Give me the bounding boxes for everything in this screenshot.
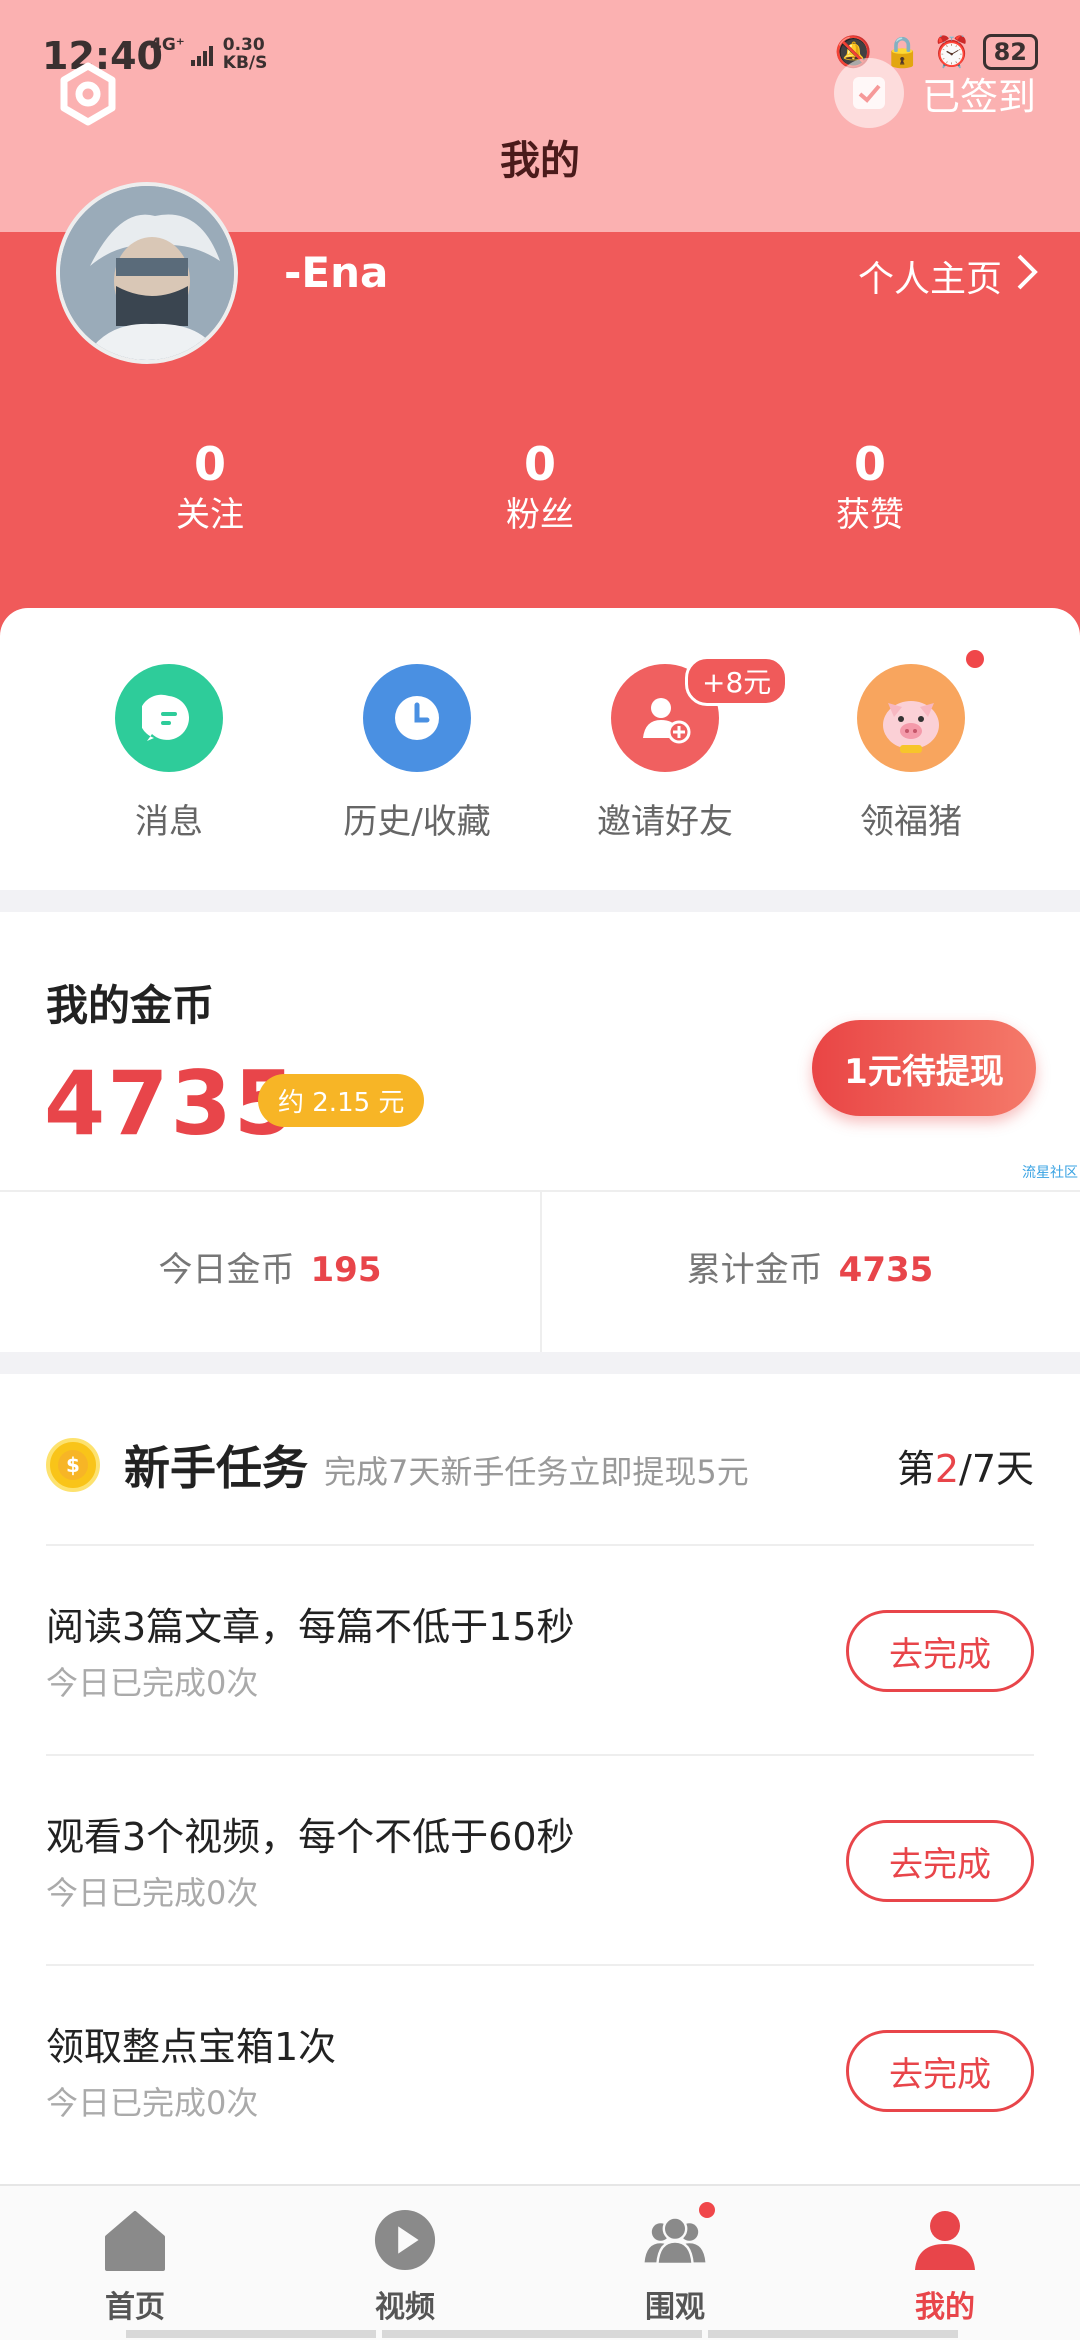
home-indicator bbox=[708, 2330, 958, 2338]
total-coins[interactable]: 累计金币 4735 bbox=[540, 1242, 1080, 1291]
stat-label: 粉丝 bbox=[506, 495, 574, 535]
stat-fans[interactable]: 0 粉丝 bbox=[390, 436, 690, 538]
nav-label: 我的 bbox=[915, 2290, 975, 2325]
stat-value: 0 bbox=[853, 437, 886, 491]
profile-icon bbox=[913, 2208, 977, 2272]
network-speed: 0.30 bbox=[222, 35, 265, 55]
task-progress: 今日已完成0次 bbox=[46, 1874, 259, 1912]
day-current: 2 bbox=[934, 1447, 960, 1491]
quick-action-lucky-pig[interactable]: 领福猪 bbox=[786, 650, 1036, 843]
personal-homepage-link[interactable]: 个人主页 bbox=[858, 250, 1038, 302]
quick-action-label: 邀请好友 bbox=[597, 802, 733, 842]
task-complete-button[interactable]: 去完成 bbox=[846, 1610, 1034, 1692]
status-network: 4G⁺ 0.30 KB/S bbox=[150, 36, 267, 72]
username: -Ena bbox=[284, 248, 389, 297]
homepage-label: 个人主页 bbox=[857, 259, 1002, 300]
bottom-navigation: 首页 视频 围观 我的 bbox=[0, 2184, 1080, 2340]
group-icon bbox=[643, 2202, 715, 2272]
settings-icon[interactable] bbox=[52, 58, 124, 130]
quick-action-label: 消息 bbox=[135, 802, 203, 842]
page-title: 我的 bbox=[500, 138, 580, 184]
quick-action-label: 历史/收藏 bbox=[343, 802, 491, 842]
day-suffix: /7天 bbox=[959, 1447, 1034, 1491]
nav-label: 视频 bbox=[375, 2290, 435, 2325]
svg-text:$: $ bbox=[66, 1453, 80, 1477]
home-indicator bbox=[126, 2330, 376, 2338]
stat-label: 获赞 bbox=[836, 495, 904, 535]
total-coins-label: 累计金币 bbox=[686, 1250, 823, 1290]
task-progress: 今日已完成0次 bbox=[46, 2084, 259, 2122]
my-coins-card: 我的金币 4735 约 2.15 元 1元待提现 流星社区 今日金币 195 累计… bbox=[0, 912, 1080, 1352]
newbie-tasks-card: $ 新手任务 完成7天新手任务立即提现5元 第2/7天 阅读3篇文章，每篇不低于… bbox=[0, 1374, 1080, 2184]
task-item: 观看3个视频，每个不低于60秒 今日已完成0次 去完成 bbox=[46, 1754, 1034, 1964]
stat-label: 关注 bbox=[176, 495, 244, 535]
checkin-label: 已签到 bbox=[921, 74, 1036, 119]
watermark-text: 流星社区 bbox=[1022, 1165, 1078, 1181]
message-icon bbox=[115, 664, 223, 772]
task-item: 阅读3篇文章，每篇不低于15秒 今日已完成0次 去完成 bbox=[46, 1544, 1034, 1754]
nav-label: 围观 bbox=[645, 2290, 705, 2325]
stat-likes[interactable]: 0 获赞 bbox=[720, 436, 1020, 538]
home-icon bbox=[103, 2208, 167, 2272]
signal-icon bbox=[190, 44, 213, 66]
nav-video[interactable]: 视频 bbox=[270, 2208, 540, 2326]
day-prefix: 第 bbox=[896, 1447, 935, 1491]
withdraw-button[interactable]: 1元待提现 bbox=[812, 1020, 1036, 1116]
tasks-header: $ 新手任务 完成7天新手任务立即提现5元 bbox=[46, 1432, 749, 1498]
tasks-subtitle: 完成7天新手任务立即提现5元 bbox=[324, 1453, 749, 1491]
notification-dot bbox=[966, 650, 984, 668]
coins-title: 我的金币 bbox=[46, 981, 215, 1030]
task-progress: 今日已完成0次 bbox=[46, 1664, 259, 1702]
clock-icon bbox=[363, 664, 471, 772]
dollar-coin-icon: $ bbox=[46, 1438, 100, 1492]
nav-label: 首页 bbox=[105, 2290, 165, 2325]
nav-home[interactable]: 首页 bbox=[0, 2208, 270, 2326]
checkin-status[interactable]: 已签到 bbox=[833, 58, 1036, 128]
task-complete-button[interactable]: 去完成 bbox=[846, 2030, 1034, 2112]
task-name: 领取整点宝箱1次 bbox=[46, 2025, 337, 2069]
today-coins-value: 195 bbox=[310, 1250, 382, 1290]
tasks-day-progress: 第2/7天 bbox=[897, 1438, 1034, 1493]
total-coins-value: 4735 bbox=[838, 1250, 934, 1290]
avatar[interactable] bbox=[56, 182, 238, 364]
checkin-icon bbox=[833, 58, 904, 128]
task-name: 观看3个视频，每个不低于60秒 bbox=[46, 1815, 575, 1859]
task-item: 领取整点宝箱1次 今日已完成0次 去完成 bbox=[46, 1964, 1034, 2174]
quick-action-invite[interactable]: +8元 邀请好友 bbox=[540, 656, 790, 843]
today-coins[interactable]: 今日金币 195 bbox=[0, 1242, 540, 1291]
quick-action-history[interactable]: 历史/收藏 bbox=[292, 664, 542, 843]
quick-actions-card: 消息 历史/收藏 +8元 邀请好友 领福猪 bbox=[0, 608, 1080, 890]
quick-action-messages[interactable]: 消息 bbox=[44, 664, 294, 843]
invite-friend-icon: +8元 bbox=[611, 656, 789, 772]
notification-dot bbox=[699, 2202, 715, 2218]
stat-value: 0 bbox=[523, 437, 556, 491]
invite-reward-badge: +8元 bbox=[685, 656, 789, 706]
nav-watch[interactable]: 围观 bbox=[540, 2202, 810, 2326]
stat-value: 0 bbox=[193, 437, 226, 491]
home-indicator bbox=[382, 2330, 702, 2338]
play-icon bbox=[373, 2208, 437, 2272]
nav-me[interactable]: 我的 bbox=[810, 2208, 1080, 2326]
quick-action-label: 领福猪 bbox=[860, 802, 962, 842]
coins-approx-value: 约 2.15 元 bbox=[258, 1074, 425, 1127]
chevron-right-icon bbox=[1016, 253, 1038, 300]
profile-header: 12:40 4G⁺ 0.30 KB/S 🔕 🔒 ⏰ 82 已签到 我的 -Ena… bbox=[0, 0, 1080, 660]
network-type: 4G⁺ bbox=[150, 35, 185, 55]
today-coins-label: 今日金币 bbox=[158, 1250, 295, 1290]
task-complete-button[interactable]: 去完成 bbox=[846, 1820, 1034, 1902]
stat-following[interactable]: 0 关注 bbox=[60, 436, 360, 538]
pig-icon bbox=[857, 664, 965, 772]
tasks-title: 新手任务 bbox=[124, 1441, 308, 1495]
network-speed-unit: KB/S bbox=[222, 53, 268, 73]
task-name: 阅读3篇文章，每篇不低于15秒 bbox=[46, 1605, 575, 1649]
